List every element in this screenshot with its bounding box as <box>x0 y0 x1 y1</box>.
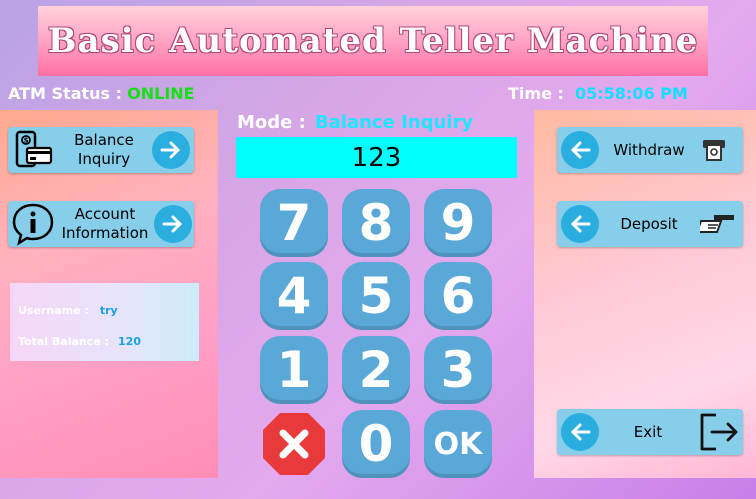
total-balance-value: 120 <box>118 335 141 348</box>
amount-display: 123 <box>236 137 517 178</box>
clock-value: 05:58:06 PM <box>574 84 688 103</box>
exit-icon <box>697 410 741 454</box>
total-balance-label: Total Balance : <box>18 335 109 348</box>
key-6[interactable]: 6 <box>424 262 492 330</box>
key-3[interactable]: 3 <box>424 336 492 404</box>
key-0[interactable]: 0 <box>342 410 410 478</box>
deposit-button[interactable]: Deposit <box>557 201 743 247</box>
phone-card-icon: $ <box>12 130 56 170</box>
username-label: Username : <box>18 304 89 317</box>
cash-deposit-icon <box>699 209 737 239</box>
cancel-button[interactable] <box>260 410 328 478</box>
deposit-label: Deposit <box>620 214 678 233</box>
svg-text:$: $ <box>24 137 29 145</box>
clock: Time : 05:58:06 PM <box>508 84 688 103</box>
mode-label: Mode : <box>237 112 306 133</box>
atm-status-label: ATM Status : <box>8 84 123 103</box>
arrow-left-icon <box>561 131 599 169</box>
balance-inquiry-button[interactable]: $ Balance Inquiry <box>8 127 194 173</box>
username-value: try <box>99 304 118 317</box>
balance-row: Total Balance : 120 <box>18 330 141 349</box>
key-2[interactable]: 2 <box>342 336 410 404</box>
clock-label: Time : <box>508 84 564 103</box>
key-1[interactable]: 1 <box>260 336 328 404</box>
mode-row: Mode : Balance Inquiry <box>237 112 473 133</box>
arrow-left-icon <box>561 413 599 451</box>
arrow-right-icon <box>152 131 190 169</box>
withdraw-label: Withdraw <box>613 140 685 159</box>
exit-button[interactable]: Exit <box>557 409 743 455</box>
cancel-x-icon <box>263 413 325 475</box>
atm-status-value: ONLINE <box>127 84 195 103</box>
key-9[interactable]: 9 <box>424 189 492 257</box>
info-icon <box>10 202 56 246</box>
cash-withdraw-icon <box>699 135 729 165</box>
balance-inquiry-label: Balance Inquiry <box>74 131 134 168</box>
ok-button[interactable]: OK <box>424 410 492 478</box>
mode-value: Balance Inquiry <box>314 112 474 133</box>
withdraw-button[interactable]: Withdraw <box>557 127 743 173</box>
key-5[interactable]: 5 <box>342 262 410 330</box>
key-8[interactable]: 8 <box>342 189 410 257</box>
user-info-box: Username : try Total Balance : 120 <box>10 283 199 361</box>
account-information-button[interactable]: Account Information <box>8 201 194 247</box>
exit-label: Exit <box>633 422 663 441</box>
arrow-right-icon <box>154 205 192 243</box>
username-row: Username : try <box>18 299 118 318</box>
arrow-left-icon <box>561 205 599 243</box>
account-information-label: Account Information <box>61 205 149 242</box>
app-title: Basic Automated Teller Machine <box>47 21 699 61</box>
title-banner: Basic Automated Teller Machine <box>38 6 708 76</box>
key-7[interactable]: 7 <box>260 189 328 257</box>
key-4[interactable]: 4 <box>260 262 328 330</box>
atm-status: ATM Status : ONLINE <box>8 84 195 103</box>
